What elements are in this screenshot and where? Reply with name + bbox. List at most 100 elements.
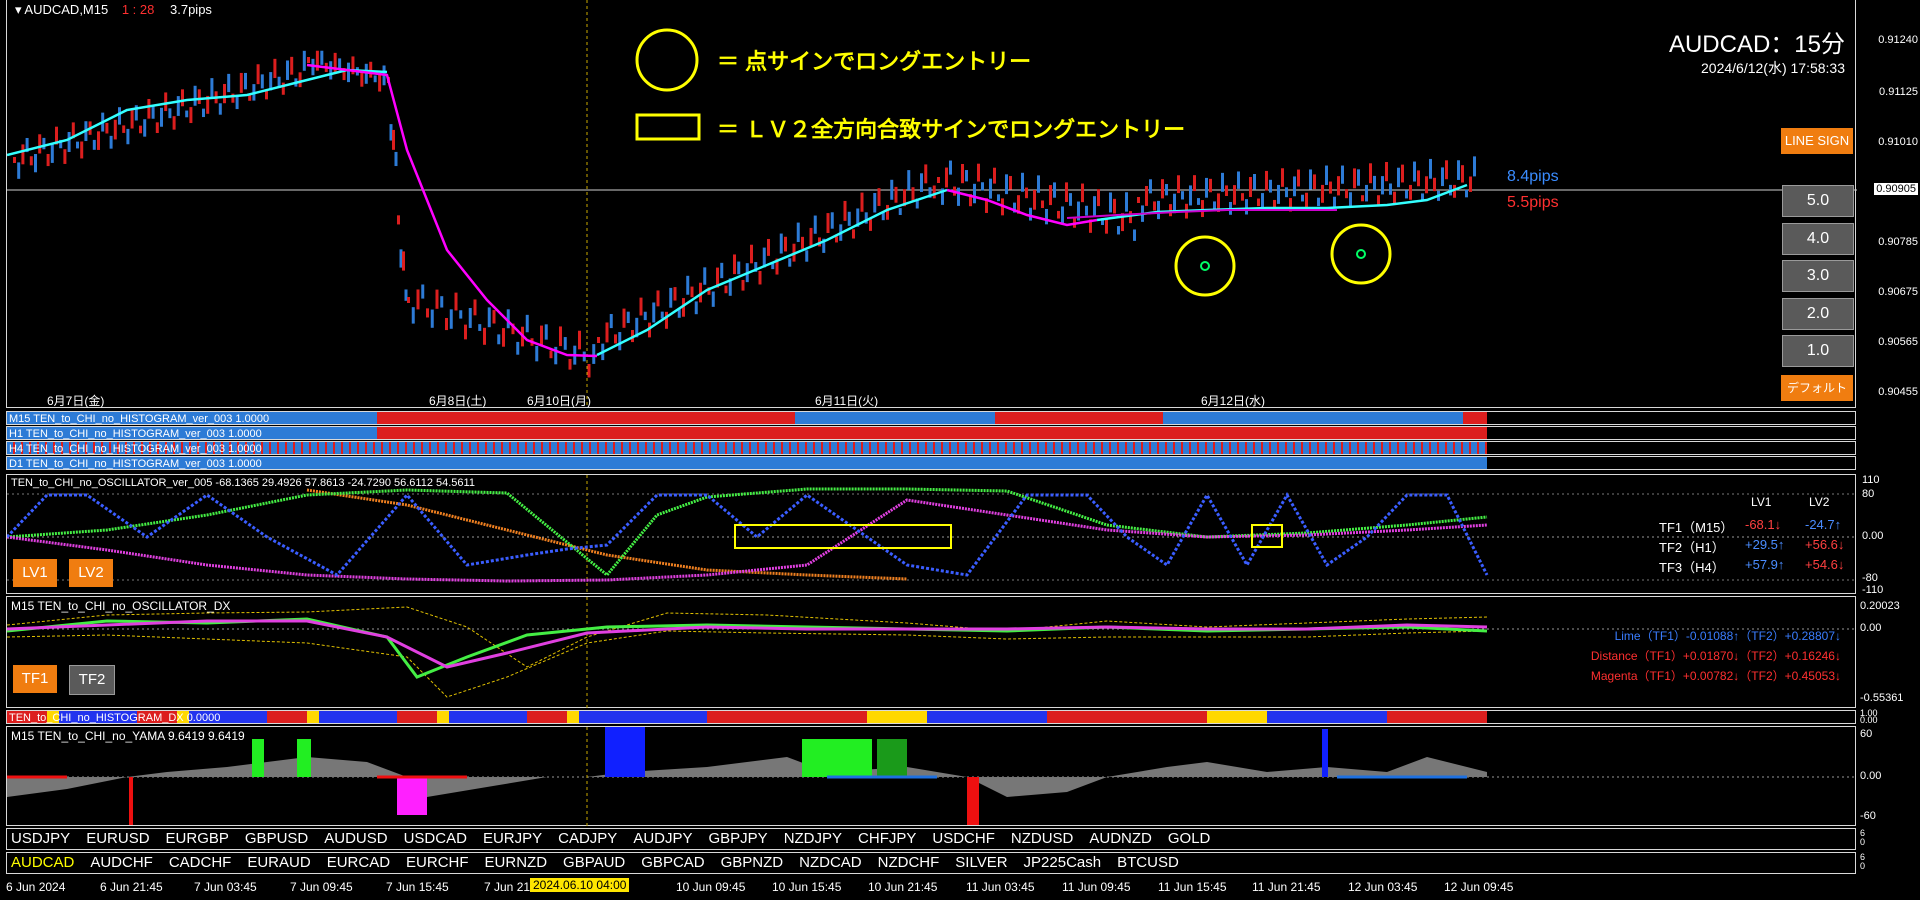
candle (426, 308, 429, 318)
symbol-gbpaud[interactable]: GBPAUD (563, 854, 625, 871)
symbol-eurusd[interactable]: EURUSD (86, 830, 149, 847)
candle (329, 61, 333, 80)
candle (894, 186, 898, 203)
oscillator-pane[interactable]: TEN_to_CHI_no_OSCILLATOR_ver_005 -68.136… (6, 474, 1857, 595)
tf1-button[interactable]: TF1 (13, 665, 57, 693)
symbol-nzdusd[interactable]: NZDUSD (1011, 830, 1074, 847)
candle (473, 299, 477, 316)
symbol-jp225cash[interactable]: JP225Cash (1024, 854, 1102, 871)
candle (1037, 175, 1040, 193)
oscillator-graphics (7, 475, 1857, 595)
candle (1401, 164, 1404, 183)
sym-axis-tick: 0 (1860, 837, 1866, 847)
symbol-eurchf[interactable]: EURCHF (406, 854, 469, 871)
symbol-usdchf[interactable]: USDCHF (932, 830, 995, 847)
symbol-header: AUDCAD：15分 (1668, 31, 1845, 58)
candle (559, 326, 562, 347)
price-axis[interactable]: 0.91240 0.91125 0.91010 0.90905 0.90785 … (1856, 0, 1920, 410)
candle (592, 344, 596, 364)
symbol-audchf[interactable]: AUDCHF (90, 854, 153, 871)
symbol-audjpy[interactable]: AUDJPY (633, 830, 692, 847)
candle (1137, 197, 1140, 203)
symbol-gbpnzd[interactable]: GBPNZD (721, 854, 784, 871)
yama-red-bar-2 (967, 777, 979, 825)
symbol-audnzd[interactable]: AUDNZD (1089, 830, 1152, 847)
osc-axis-tick: -80 (1862, 572, 1878, 584)
symbol-gold[interactable]: GOLD (1168, 830, 1211, 847)
symbol-gbpjpy[interactable]: GBPJPY (709, 830, 768, 847)
symbol-eurjpy[interactable]: EURJPY (483, 830, 542, 847)
candle (1021, 172, 1024, 192)
yama-graphics (7, 727, 1857, 827)
loss-label: 5.5pips (1507, 194, 1559, 211)
histogram-label: H4 TEN_to_CHI_no_HISTOGRAM_ver_003 1.000… (9, 443, 262, 455)
price-tick: 0.90455 (1878, 386, 1918, 398)
candle (1169, 204, 1172, 217)
candle (126, 128, 130, 145)
symbol-gbpcad[interactable]: GBPCAD (641, 854, 704, 871)
candle (42, 137, 46, 150)
candle (1345, 189, 1348, 199)
price-chart-pane[interactable]: ▾ AUDCAD,M15 1 : 28 3.7pips ＝ 点サインでロングエン… (6, 0, 1857, 408)
osc-row-lv2: +56.6↓ (1805, 537, 1845, 552)
yama-pane[interactable]: M15 TEN_to_CHI_no_YAMA 9.6419 9.6419 (6, 726, 1857, 827)
osc-axis-tick: 80 (1862, 488, 1875, 500)
lv2-button[interactable]: LV2 (69, 559, 113, 587)
candle (143, 119, 147, 137)
symbol-cadchf[interactable]: CADCHF (169, 854, 232, 871)
symbol-euraud[interactable]: EURAUD (247, 854, 310, 871)
candle (176, 96, 180, 116)
candle (109, 135, 113, 149)
default-button[interactable]: デフォルト (1781, 375, 1853, 401)
candle (46, 153, 50, 167)
candle (105, 122, 109, 134)
candle (1397, 167, 1400, 188)
candle (830, 212, 834, 229)
oscillator-title: TEN_to_CHI_no_OSCILLATOR_ver_005 -68.136… (11, 477, 475, 489)
lot-button-3[interactable]: 3.0 (1782, 260, 1854, 292)
symbol-chfjpy[interactable]: CHFJPY (858, 830, 916, 847)
symbol-cadjpy[interactable]: CADJPY (558, 830, 617, 847)
symbol-nzdcad[interactable]: NZDCAD (799, 854, 862, 871)
candle (1045, 208, 1048, 225)
symbol-nzdchf[interactable]: NZDCHF (878, 854, 940, 871)
candle (860, 192, 864, 212)
osc-row-lv2: -24.7↑ (1805, 517, 1842, 532)
candle (1265, 170, 1268, 191)
lv1-button[interactable]: LV1 (13, 559, 57, 587)
symbol-nzdjpy[interactable]: NZDJPY (784, 830, 842, 847)
candle (1081, 183, 1084, 203)
candle (1369, 163, 1372, 184)
lot-button-2[interactable]: 2.0 (1782, 298, 1854, 330)
tf2-button[interactable]: TF2 (69, 665, 115, 695)
candle (784, 236, 787, 252)
symbol-audusd[interactable]: AUDUSD (324, 830, 387, 847)
symbol-btcusd[interactable]: BTCUSD (1117, 854, 1179, 871)
symbol-usdcad[interactable]: USDCAD (404, 830, 467, 847)
osc-row-name: TF3（H4） (1659, 560, 1725, 575)
entry-circle-1 (1174, 235, 1236, 297)
candle (1161, 179, 1164, 199)
lot-button-5[interactable]: 5.0 (1782, 185, 1854, 217)
lot-button-4[interactable]: 4.0 (1782, 223, 1854, 255)
candle (189, 107, 193, 124)
symbol-eurcad[interactable]: EURCAD (327, 854, 390, 871)
symbol-gbpusd[interactable]: GBPUSD (245, 830, 308, 847)
price-tick: 0.91010 (1878, 136, 1918, 148)
lot-button-1[interactable]: 1.0 (1782, 335, 1854, 367)
symbol-eurgbp[interactable]: EURGBP (166, 830, 229, 847)
candle (656, 290, 660, 307)
symbol-usdjpy[interactable]: USDJPY (11, 830, 70, 847)
candle (1361, 195, 1364, 202)
symbol-silver[interactable]: SILVER (955, 854, 1007, 871)
dropdown-icon[interactable]: ▾ (15, 2, 24, 17)
line-sign-button[interactable]: LINE SIGN (1781, 128, 1853, 154)
candle (239, 72, 243, 93)
candle (549, 350, 553, 359)
symbol-audcad[interactable]: AUDCAD (11, 854, 74, 871)
datetime-display: 2024/6/12(水) 17:58:33 (1701, 60, 1845, 76)
time-axis[interactable]: 6 Jun 2024 6 Jun 21:45 7 Jun 03:45 7 Jun 09… (0, 876, 1856, 900)
candle (1389, 183, 1392, 195)
symbol-eurnzd[interactable]: EURNZD (485, 854, 548, 871)
oscillator-dx-pane[interactable]: M15 TEN_to_CHI_no_OSCILLATOR_DX TF1 TF2 … (6, 596, 1857, 709)
